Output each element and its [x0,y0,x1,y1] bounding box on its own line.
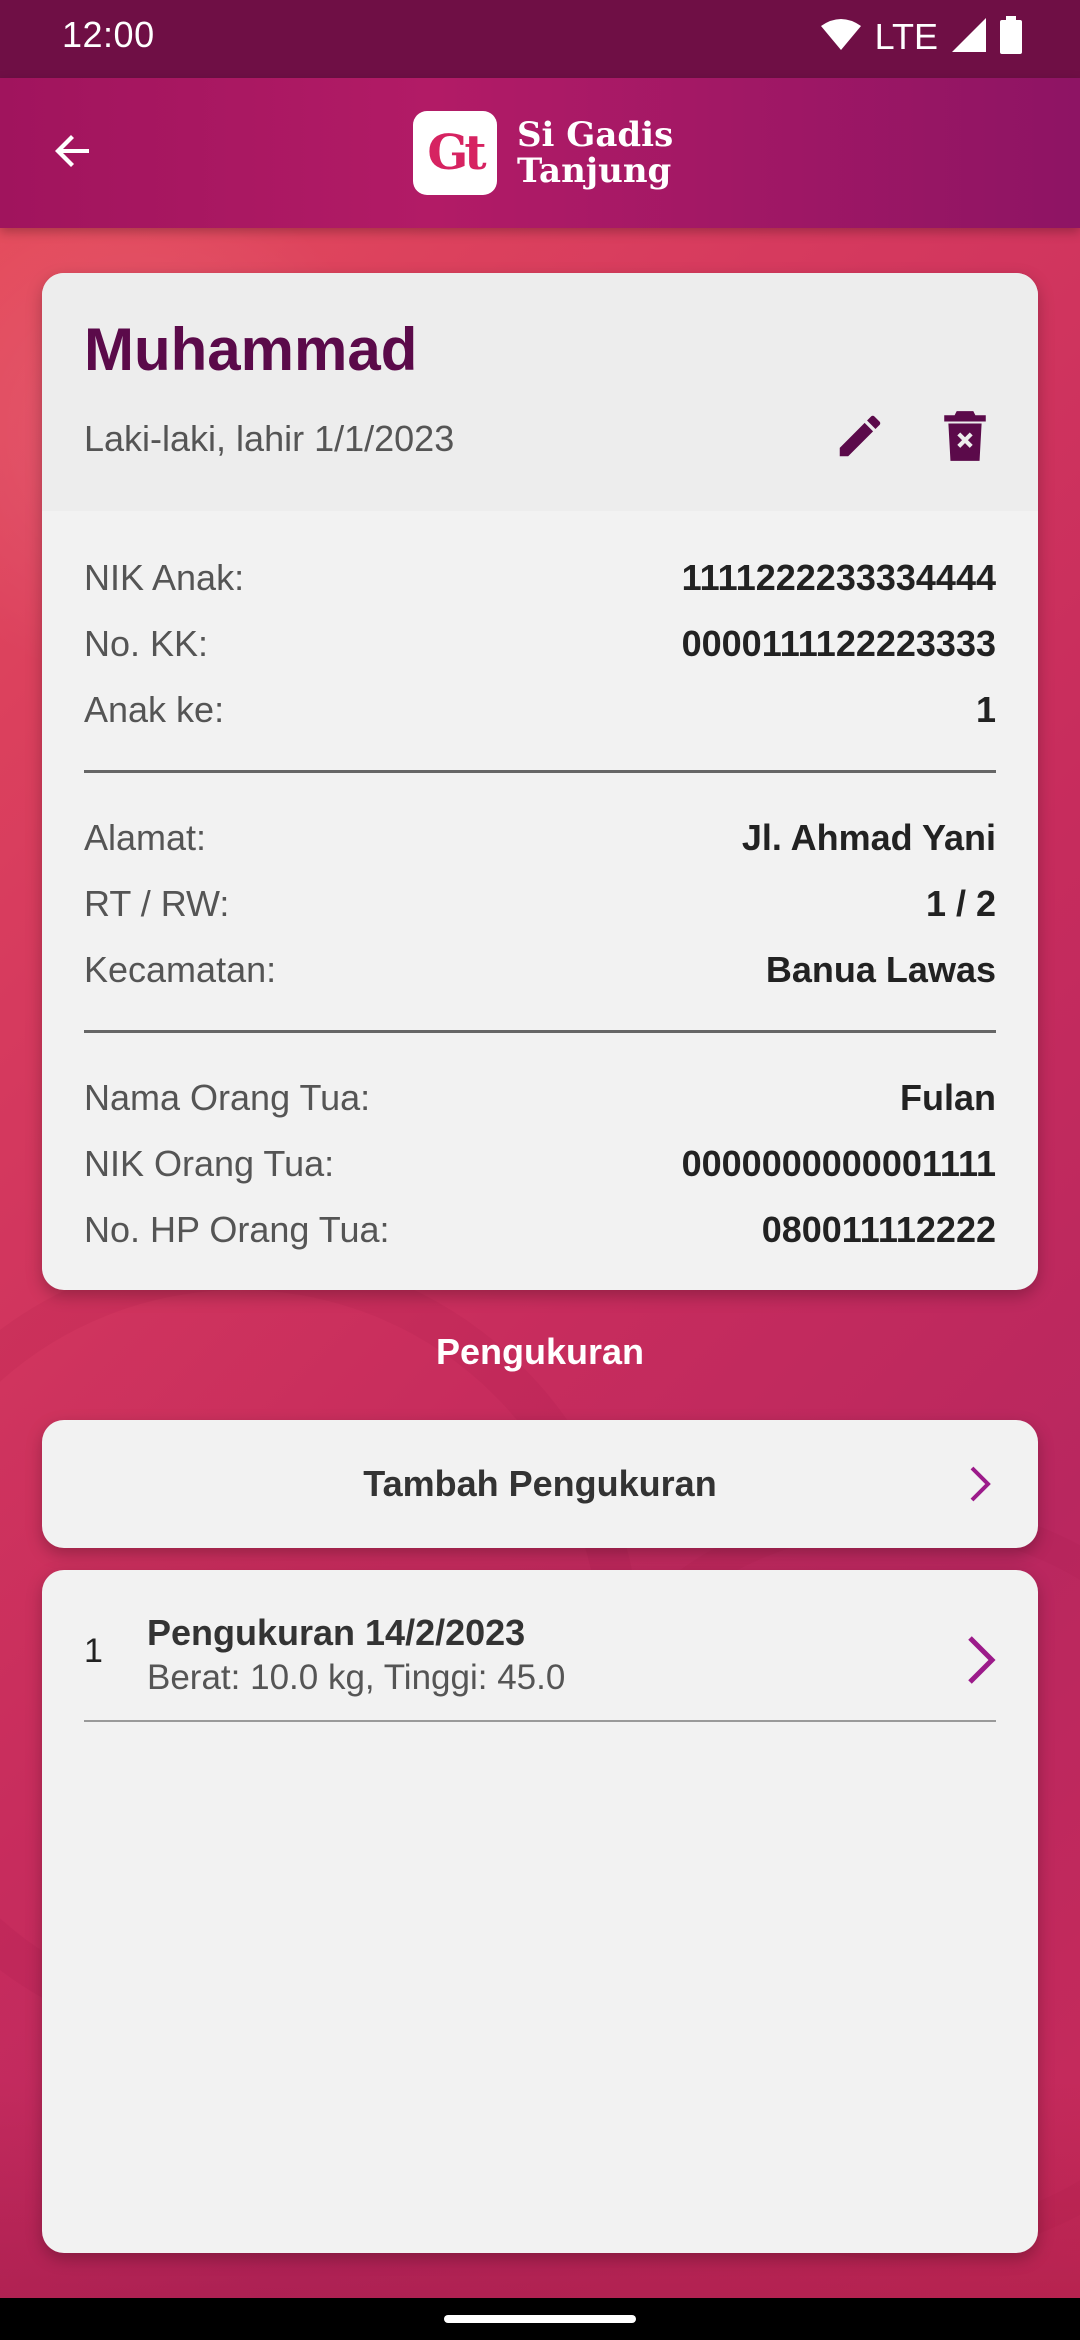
trash-icon [940,409,990,468]
info-label: Anak ke: [84,689,225,730]
section-divider [84,770,996,773]
add-measurement-label: Tambah Pengukuran [363,1463,717,1504]
app-screen: 12:00 LTE Gt Si Gadis Tanjung Muhammad L… [0,0,1080,2340]
status-time: 12:00 [62,14,155,55]
profile-header: Muhammad Laki-laki, lahir 1/1/2023 [42,273,1038,511]
info-value: 1 [975,689,996,730]
measurement-summary: Berat: 10.0 kg, Tinggi: 45.0 [147,1658,566,1697]
home-indicator[interactable] [444,2315,636,2323]
info-value: Banua Lawas [765,949,996,990]
child-profile-card: Muhammad Laki-laki, lahir 1/1/2023 NIK A… [42,273,1038,1290]
network-type-label: LTE [874,16,938,57]
info-value: 080011112222 [761,1209,996,1250]
logo-mark: Gt [413,111,497,195]
status-bar: 12:00 LTE [0,0,1080,78]
measurement-title: Pengukuran 14/2/2023 [147,1612,526,1653]
logo-line-2: Tanjung [517,151,672,191]
info-row-nik-anak: NIK Anak: 1111222233334444 [84,553,996,603]
info-label: NIK Anak: [84,557,245,598]
info-value: Jl. Ahmad Yani [741,817,996,858]
info-row-kecamatan: Kecamatan: Banua Lawas [84,945,996,995]
measurement-section-title: Pengukuran [435,1331,645,1372]
app-logo: Gt Si Gadis Tanjung [413,108,673,198]
info-value: 0000111122223333 [681,623,996,664]
logo-text: Si Gadis Tanjung [517,117,673,189]
app-bar: Gt Si Gadis Tanjung [0,78,1080,228]
edit-button[interactable] [825,403,895,473]
info-row-nama-orang-tua: Nama Orang Tua: Fulan [84,1073,996,1123]
chevron-right-icon [952,1456,1008,1512]
pencil-icon [833,409,887,468]
back-button[interactable] [38,118,108,188]
info-value: 0000000000001111 [681,1143,996,1184]
info-value: 1 / 2 [925,883,996,924]
delete-button[interactable] [930,403,1000,473]
signal-icon [952,17,986,57]
info-row-nik-orang-tua: NIK Orang Tua: 0000000000001111 [84,1139,996,1189]
add-measurement-button[interactable]: Tambah Pengukuran [42,1420,1038,1548]
measurement-list-item[interactable]: 1 Pengukuran 14/2/2023 Berat: 10.0 kg, T… [84,1570,996,1722]
logo-line-1: Si Gadis [517,115,674,155]
child-name: Muhammad [84,316,418,383]
wifi-icon [820,18,861,57]
list-divider [84,1720,996,1722]
section-divider [84,1030,996,1033]
battery-icon [1000,15,1022,59]
info-row-alamat: Alamat: Jl. Ahmad Yani [84,813,996,863]
info-label: No. HP Orang Tua: [84,1209,390,1250]
chevron-right-icon [950,1630,1010,1690]
info-row-no-hp-orang-tua: No. HP Orang Tua: 080011112222 [84,1205,996,1255]
measurement-index: 1 [84,1632,103,1670]
info-row-rt-rw: RT / RW: 1 / 2 [84,879,996,929]
status-icons: LTE [820,12,1022,62]
info-label: No. KK: [84,623,209,664]
info-label: Alamat: [84,817,207,858]
child-gender-birthdate: Laki-laki, lahir 1/1/2023 [84,418,455,459]
info-value: 1111222233334444 [681,557,996,598]
info-row-anak-ke: Anak ke: 1 [84,685,996,735]
arrow-back-icon [49,127,97,180]
info-row-no-kk: No. KK: 0000111122223333 [84,619,996,669]
measurement-list: 1 Pengukuran 14/2/2023 Berat: 10.0 kg, T… [42,1570,1038,2253]
info-label: RT / RW: [84,883,230,924]
info-value: Fulan [900,1077,996,1118]
info-label: Nama Orang Tua: [84,1077,371,1118]
info-label: Kecamatan: [84,949,277,990]
info-label: NIK Orang Tua: [84,1143,335,1184]
